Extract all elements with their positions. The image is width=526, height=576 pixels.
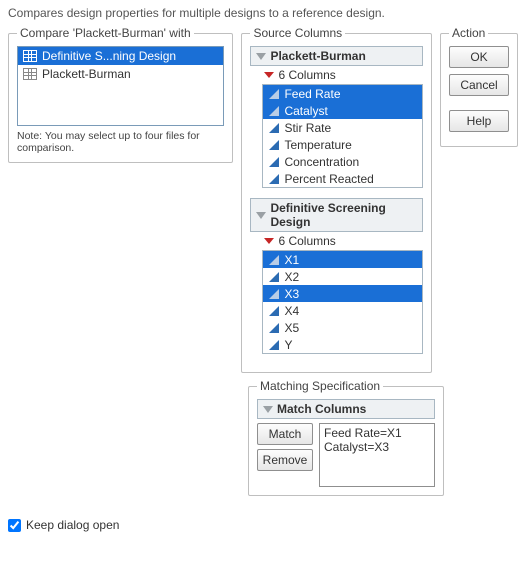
column-item[interactable]: Feed Rate bbox=[263, 85, 422, 102]
column-name: X2 bbox=[284, 270, 299, 284]
column-item[interactable]: X1 bbox=[263, 251, 422, 268]
table-icon bbox=[23, 68, 37, 80]
cancel-button[interactable]: Cancel bbox=[449, 74, 509, 96]
column-name: Feed Rate bbox=[284, 87, 340, 101]
group-count[interactable]: 6 Columns bbox=[250, 66, 423, 84]
column-icon bbox=[269, 272, 279, 282]
column-icon bbox=[269, 306, 279, 316]
column-item[interactable]: X2 bbox=[263, 268, 422, 285]
column-item[interactable]: Stir Rate bbox=[263, 119, 422, 136]
keep-open-checkbox[interactable] bbox=[8, 519, 21, 532]
column-name: X4 bbox=[284, 304, 299, 318]
column-icon bbox=[269, 106, 279, 116]
dialog-subtitle: Compares design properties for multiple … bbox=[8, 6, 518, 20]
column-name: Temperature bbox=[284, 138, 351, 152]
column-name: X3 bbox=[284, 287, 299, 301]
column-icon bbox=[269, 140, 279, 150]
ok-button[interactable]: OK bbox=[449, 46, 509, 68]
compare-fieldset: Compare 'Plackett-Burman' with Definitiv… bbox=[8, 26, 233, 163]
match-list[interactable]: Feed Rate=X1 Catalyst=X3 bbox=[319, 423, 435, 487]
column-name: X1 bbox=[284, 253, 299, 267]
remove-button[interactable]: Remove bbox=[257, 449, 313, 471]
column-name: Percent Reacted bbox=[284, 172, 373, 186]
group-title: Definitive Screening Design bbox=[270, 201, 417, 229]
column-name: Concentration bbox=[284, 155, 359, 169]
column-item[interactable]: Temperature bbox=[263, 136, 422, 153]
action-fieldset: Action OK Cancel Help bbox=[440, 26, 518, 147]
disclosure-icon bbox=[263, 406, 273, 413]
source-legend: Source Columns bbox=[250, 26, 345, 40]
column-icon bbox=[269, 340, 279, 350]
compare-item-1[interactable]: Plackett-Burman bbox=[18, 65, 223, 83]
column-item[interactable]: Concentration bbox=[263, 153, 422, 170]
column-item[interactable]: Catalyst bbox=[263, 102, 422, 119]
keep-open-label: Keep dialog open bbox=[26, 518, 119, 532]
column-icon bbox=[269, 323, 279, 333]
group-header[interactable]: Plackett-Burman bbox=[250, 46, 423, 66]
column-panel: X1 X2 X3 X4 X5 Y bbox=[262, 250, 423, 354]
column-icon bbox=[269, 157, 279, 167]
match-columns-header[interactable]: Match Columns bbox=[257, 399, 435, 419]
column-icon bbox=[269, 289, 279, 299]
column-item[interactable]: Percent Reacted bbox=[263, 170, 422, 187]
dropdown-icon bbox=[264, 238, 274, 244]
column-icon bbox=[269, 123, 279, 133]
group-header[interactable]: Definitive Screening Design bbox=[250, 198, 423, 232]
matching-legend: Matching Specification bbox=[257, 379, 383, 393]
compare-item-label: Definitive S...ning Design bbox=[42, 49, 176, 63]
column-name: X5 bbox=[284, 321, 299, 335]
column-name: Catalyst bbox=[284, 104, 327, 118]
column-item[interactable]: X3 bbox=[263, 285, 422, 302]
disclosure-icon bbox=[256, 53, 266, 60]
compare-item-0[interactable]: Definitive S...ning Design bbox=[18, 47, 223, 65]
column-name: Y bbox=[284, 338, 292, 352]
help-button[interactable]: Help bbox=[449, 110, 509, 132]
match-entry[interactable]: Catalyst=X3 bbox=[324, 440, 430, 454]
column-item[interactable]: Y bbox=[263, 336, 422, 353]
compare-item-label: Plackett-Burman bbox=[42, 67, 131, 81]
compare-note: Note: You may select up to four files fo… bbox=[17, 130, 224, 154]
compare-legend: Compare 'Plackett-Burman' with bbox=[17, 26, 194, 40]
group-count[interactable]: 6 Columns bbox=[250, 232, 423, 250]
column-icon bbox=[269, 174, 279, 184]
column-panel: Feed Rate Catalyst Stir Rate Temperature… bbox=[262, 84, 423, 188]
dropdown-icon bbox=[264, 72, 274, 78]
source-group-1: Definitive Screening Design 6 Columns X1… bbox=[250, 198, 423, 354]
group-title: Plackett-Burman bbox=[270, 49, 365, 63]
match-columns-title: Match Columns bbox=[277, 402, 366, 416]
column-item[interactable]: X5 bbox=[263, 319, 422, 336]
group-count-label: 6 Columns bbox=[278, 68, 335, 82]
matching-fieldset: Matching Specification Match Columns Mat… bbox=[248, 379, 444, 496]
disclosure-icon bbox=[256, 212, 266, 219]
source-group-0: Plackett-Burman 6 Columns Feed Rate Cata… bbox=[250, 46, 423, 188]
match-button[interactable]: Match bbox=[257, 423, 313, 445]
column-icon bbox=[269, 255, 279, 265]
table-icon bbox=[23, 50, 37, 62]
group-count-label: 6 Columns bbox=[278, 234, 335, 248]
source-fieldset: Source Columns Plackett-Burman 6 Columns… bbox=[241, 26, 432, 373]
compare-listbox[interactable]: Definitive S...ning Design Plackett-Burm… bbox=[17, 46, 224, 126]
column-icon bbox=[269, 89, 279, 99]
column-item[interactable]: X4 bbox=[263, 302, 422, 319]
action-legend: Action bbox=[449, 26, 488, 40]
column-name: Stir Rate bbox=[284, 121, 331, 135]
match-entry[interactable]: Feed Rate=X1 bbox=[324, 426, 430, 440]
